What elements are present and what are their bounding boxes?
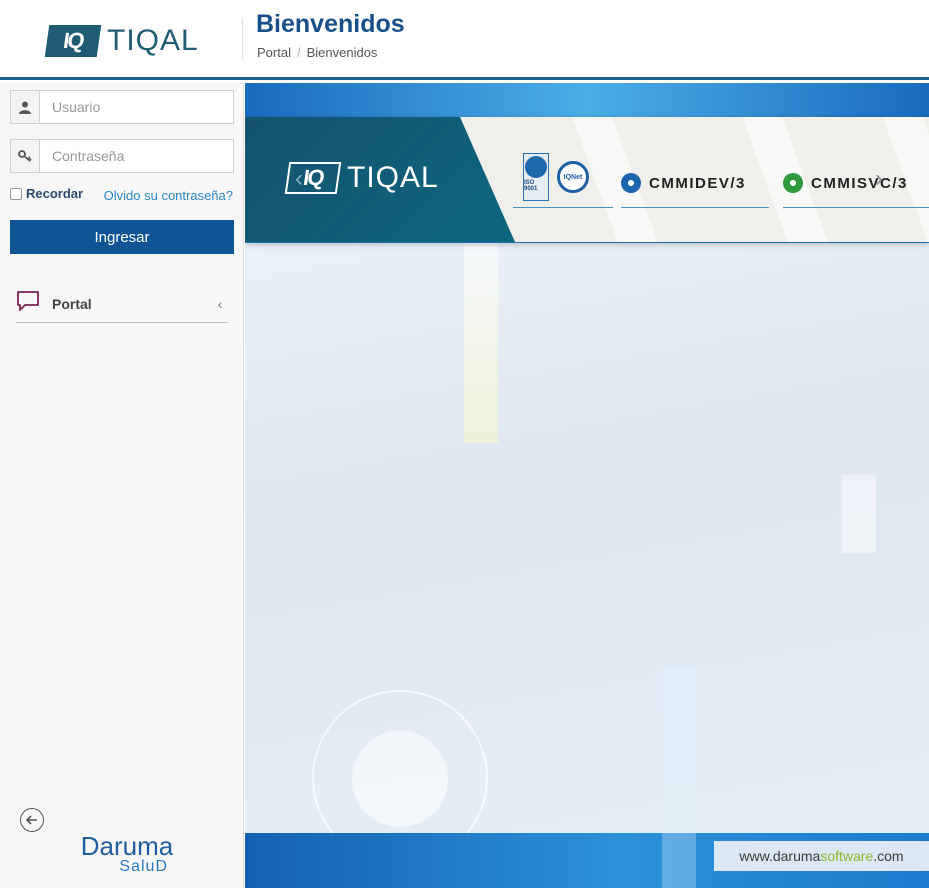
website-prefix: www.daruma [739,848,821,864]
banner-underline [621,207,769,208]
breadcrumb-portal[interactable]: Portal [257,45,291,60]
iso-label: ISO 9001 [524,180,538,192]
sidebar: Recordar Olvido su contraseña? Ingresar … [0,83,244,888]
top-header: IQ TIQAL Bienvenidos Portal / Bienvenido… [0,0,929,80]
banner-logo-mark: IQ [284,162,342,194]
iqnet-badge: IQNet [557,161,589,193]
main-content: www.daruma software .com IQ TIQAL ‹ ISO 90… [245,83,929,888]
remember-label[interactable]: Recordar [26,186,83,201]
banner-logo-text: TIQAL [347,161,439,194]
decor-bar [662,667,696,837]
chevron-left-icon: ‹ [217,295,223,312]
sidebar-item-portal[interactable]: Portal ‹ [16,285,228,323]
remember-checkbox[interactable] [10,187,22,200]
banner-prev-icon[interactable]: ‹ [295,165,303,193]
page-title: Bienvenidos [256,10,405,38]
header-divider [242,18,243,60]
sidebar-item-label: Portal [52,295,92,312]
username-input[interactable] [40,91,233,123]
remember-row: Recordar [10,186,83,201]
logo-mark: IQ [44,25,102,57]
user-icon [11,91,40,123]
banner-next-icon[interactable]: › [875,165,883,193]
password-input[interactable] [40,140,233,172]
decor-bar [464,243,498,443]
globe-icon [783,173,803,193]
iso-certification: ISO 9001 IQNet [523,153,589,201]
daruma-salud-logo: Daruma SaluD [72,831,182,876]
username-group [10,90,234,124]
globe-icon [621,173,641,193]
login-button[interactable]: Ingresar [10,220,234,254]
website-accent: software [820,848,874,864]
cmmi-dev-badge: CMMIDEV/3 [621,173,746,193]
logo-text: TIQAL [107,24,199,57]
breadcrumb-separator: / [296,45,301,60]
chat-bubble-icon [16,290,40,317]
decor-circle [352,731,448,827]
decor-bar [842,475,876,553]
decor-bar [662,833,696,888]
breadcrumb: Portal / Bienvenidos [257,45,377,60]
content-area [245,243,929,866]
banner-underline [513,207,613,208]
website-suffix: .com [873,848,904,864]
forgot-password-link[interactable]: Olvido su contraseña? [104,188,233,203]
banner-tiqal-logo: IQ TIQAL [284,161,439,195]
iso-badge: ISO 9001 [523,153,549,201]
website-badge[interactable]: www.daruma software .com [714,841,929,871]
tiqal-logo[interactable]: IQ TIQAL [44,24,199,58]
cmmi-dev-label: CMMIDEV/3 [649,174,746,192]
cert-banner: IQ TIQAL ‹ ISO 9001 IQNet CMMIDEV/3 CMMI… [245,117,929,242]
key-icon [11,140,40,172]
banner-underline [783,207,929,208]
breadcrumb-current: Bienvenidos [306,45,378,60]
cmmi-svc-label: CMMISVC/3 [811,174,908,192]
password-group [10,139,234,173]
arrow-left-circle-icon[interactable] [20,808,44,832]
cmmi-svc-badge: CMMISVC/3 [783,173,908,193]
